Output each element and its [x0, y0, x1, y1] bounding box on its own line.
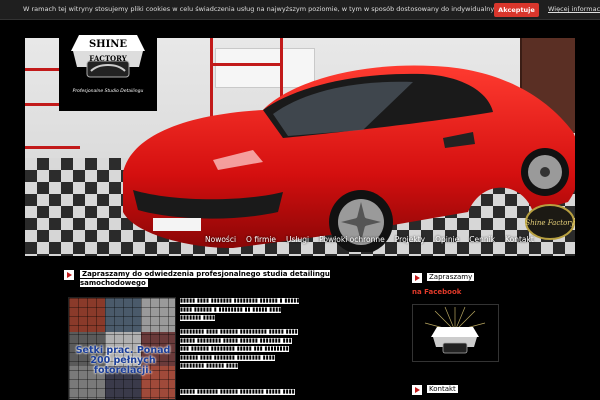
nav-item-opinie[interactable]: Opinie	[430, 232, 464, 248]
nav-item-uslugi[interactable]: Usługi	[281, 232, 314, 248]
sidebar-facebook-heading: Zapraszamy	[427, 273, 475, 281]
text-line: ▮▮▮▮▮ ▮▮▮▮▮▮▮▮ ▮▮▮▮▮ ▮▮▮▮▮▮ ▮▮▮▮▮▮▮ ▮▮▮	[180, 337, 292, 344]
shelf	[25, 146, 80, 149]
text-line: ▮▮▮▮▮▮ ▮▮▮▮ ▮▮▮▮▮▮▮ ▮▮▮▮▮▮▮▮ ▮▮▮▮	[180, 354, 275, 361]
sidebar-logo-emblem-icon	[424, 306, 486, 354]
text-line: ▮▮▮ ▮▮▮▮▮▮ ▮▮▮▮▮▮▮▮ ▮▮▮▮▮ ▮▮▮ ▮▮▮▮▮▮▮▮	[180, 346, 289, 353]
main-heading-text: Zapraszamy do odwiedzenia profesjonalneg…	[80, 270, 330, 287]
sidebar-facebook-title: Zapraszamy	[427, 273, 475, 281]
nav-item-nowosci[interactable]: Nowości	[200, 232, 241, 248]
nav-item-kontakt[interactable]: Kontakt	[500, 232, 539, 248]
text-line: ▮▮▮▮▮▮▮ ▮▮▮▮	[180, 315, 216, 322]
site-logo[interactable]: SHINE FACTORY Profesjonalne Studio Detai…	[59, 21, 157, 111]
text-line: ▮▮▮▮▮ ▮▮▮▮ ▮▮▮▮▮▮▮ ▮▮▮▮▮▮▮▮ ▮▮▮▮▮▮ ▮ ▮▮▮…	[180, 298, 300, 304]
intro-paragraph: ▮▮▮▮▮ ▮▮▮▮ ▮▮▮▮▮▮▮ ▮▮▮▮▮▮▮▮ ▮▮▮▮▮▮ ▮ ▮▮▮…	[180, 297, 380, 323]
gallery-thumbnail[interactable]: Setki prac. Ponad 200 pełnych fotorelacj…	[68, 297, 176, 400]
nav-item-cennik[interactable]: Cennik	[464, 232, 500, 248]
sidebar-facebook-link[interactable]: na Facebook	[412, 288, 461, 296]
bullet-arrow-icon	[412, 385, 422, 395]
cookie-bar: W ramach tej witryny stosujemy pliki coo…	[0, 0, 600, 20]
body-paragraph: ▮▮▮▮▮▮▮▮ ▮▮▮▮ ▮▮▮▮▮▮ ▮▮▮▮▮▮▮▮▮ ▮▮▮▮▮ ▮▮▮…	[180, 328, 380, 371]
sidebar-contact-title: Kontakt	[427, 385, 458, 393]
red-sports-car	[123, 65, 575, 252]
main-nav: Nowości O firmie Usługi Powłoki ochronne…	[200, 232, 539, 248]
bullet-arrow-icon	[412, 273, 422, 283]
text-line: ▮▮▮▮▮▮▮▮ ▮▮▮▮ ▮▮▮▮▮▮ ▮▮▮▮▮▮▮▮▮ ▮▮▮▮▮ ▮▮▮…	[180, 329, 298, 335]
text-line: ▮▮▮▮▮▮▮▮ ▮▮▮▮▮▮ ▮▮▮▮	[180, 363, 238, 370]
sidebar-contact-heading: Kontakt	[427, 385, 458, 393]
cookie-accept-button[interactable]: Akceptuje	[494, 3, 539, 17]
logo-emblem-icon: SHINE FACTORY	[71, 35, 145, 78]
cookie-more-link[interactable]: Więcej informacji	[548, 5, 600, 13]
nav-item-projekty[interactable]: Projekty	[390, 232, 430, 248]
body-paragraph: ▮▮▮▮▮ ▮▮▮▮▮▮▮ ▮▮▮▮▮▮ ▮▮▮▮▮▮▮▮ ▮▮▮▮▮ ▮▮▮▮	[180, 388, 380, 397]
badge-text: Shine Factory	[525, 219, 575, 227]
main-heading: Zapraszamy do odwiedzenia profesjonalneg…	[80, 270, 350, 288]
bullet-arrow-icon	[64, 270, 74, 280]
nav-item-powloki-ochronne[interactable]: Powłoki ochronne	[314, 232, 390, 248]
thumb-caption: Setki prac. Ponad 200 pełnych fotorelacj…	[75, 345, 171, 376]
logo-wordmark-sub: FACTORY	[89, 54, 127, 63]
logo-wordmark: SHINE	[89, 39, 127, 50]
logo-tagline: Profesjonalne Studio Detailingu	[72, 89, 144, 94]
sidebar-facebook-subtitle[interactable]: na Facebook	[412, 288, 461, 296]
sidebar-logo-image[interactable]	[412, 304, 499, 362]
cookie-message: W ramach tej witryny stosujemy pliki coo…	[23, 5, 531, 13]
text-line: ▮▮▮▮ ▮▮▮▮▮▮ ▮ ▮▮▮▮▮▮▮▮ ▮▮ ▮▮▮▮▮ ▮▮▮▮	[180, 306, 282, 313]
nav-item-o-firmie[interactable]: O firmie	[241, 232, 281, 248]
text-line: ▮▮▮▮▮ ▮▮▮▮▮▮▮ ▮▮▮▮▮▮ ▮▮▮▮▮▮▮▮ ▮▮▮▮▮ ▮▮▮▮	[180, 389, 295, 395]
